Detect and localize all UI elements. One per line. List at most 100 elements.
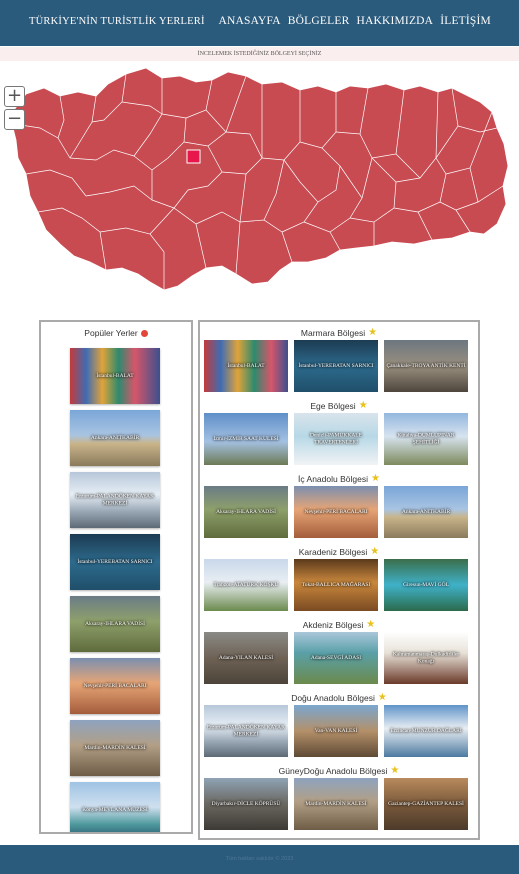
popular-places-panel: Popüler Yerler İstanbul-BALAT Ankara-ANI… — [39, 320, 193, 834]
region-title: Marmara Bölgesi ★ — [204, 326, 474, 340]
popular-card[interactable]: İstanbul-BALAT — [70, 348, 160, 404]
place-card[interactable]: Nevşehir-PERİ BACALARI — [294, 486, 378, 538]
region-cards: Diyarbakır-DİCLE KÖPRÜSÜ Mardin-MARDİN K… — [204, 778, 474, 830]
place-card[interactable]: Çanakkale-TROYA ANTİK KENTİ — [384, 340, 468, 392]
place-card-label: Erzincan-MUNZUR DAĞLARI — [390, 727, 462, 734]
region-title: GüneyDoğu Anadolu Bölgesi ★ — [204, 764, 474, 778]
footer-copyright: Tüm hakları saklıdır © 2023 — [225, 856, 294, 862]
popular-card-label: İstanbul-YEREBATAN SARNICI — [77, 558, 153, 565]
place-card[interactable]: İstanbul-YEREBATAN SARNICI — [294, 340, 378, 392]
region-title: Karadeniz Bölgesi ★ — [204, 545, 474, 559]
place-card-label: Tokat-BALLICA MAĞARASI — [301, 581, 371, 588]
region-cards: İstanbul-BALAT İstanbul-YEREBATAN SARNIC… — [204, 340, 474, 392]
place-card[interactable]: Van-VAN KALESİ — [294, 705, 378, 757]
place-card-label: Mardin-MARDİN KALESİ — [305, 800, 367, 807]
popular-card[interactable]: İstanbul-YEREBATAN SARNICI — [70, 534, 160, 590]
place-card-label: Denizli-PAMUKKALE TRAVERTENLERİ — [309, 432, 363, 446]
place-card-label: Aksaray-IHLARA VADİSİ — [216, 508, 276, 515]
popular-card-label: Aksaray-IHLARA VADİSİ — [85, 620, 145, 627]
region-section-akdeniz: Akdeniz Bölgesi ★ Adana-YILAN KALESİ Ada… — [204, 618, 474, 684]
main-nav: ANASAYFA BÖLGELER HAKKIMIZDA İLETİŞİM — [218, 15, 491, 27]
place-card[interactable]: Aksaray-IHLARA VADİSİ — [204, 486, 288, 538]
popular-card[interactable]: Aksaray-IHLARA VADİSİ — [70, 596, 160, 652]
star-icon[interactable]: ★ — [368, 328, 377, 338]
turkey-map-svg[interactable] — [0, 62, 519, 306]
regions-panel: Marmara Bölgesi ★ İstanbul-BALAT İstanbu… — [198, 320, 480, 840]
place-card[interactable]: Kütahya-DUMLUPINAR ŞEHİTLİĞİ — [384, 413, 468, 465]
region-name: İç Anadolu Bölgesi — [298, 474, 368, 484]
zoom-in-button[interactable]: + — [4, 86, 25, 107]
region-cards: Adana-YILAN KALESİ Adana-SEVGİ ADASI Kah… — [204, 632, 474, 684]
region-title: İç Anadolu Bölgesi ★ — [204, 472, 474, 486]
nav-regions[interactable]: BÖLGELER — [288, 15, 350, 27]
place-card[interactable]: Tokat-BALLICA MAĞARASI — [294, 559, 378, 611]
popular-card[interactable]: Erzurum-PALANDÖKEN KAYAK MERKEZİ — [70, 472, 160, 528]
region-section-marmara: Marmara Bölgesi ★ İstanbul-BALAT İstanbu… — [204, 326, 474, 392]
map-instruction: İNCELEMEK İSTEDİĞİNİZ BÖLGEYİ SEÇİNİZ — [0, 47, 519, 61]
place-card-label: Gaziantep-GAZİANTEP KALESİ — [388, 800, 464, 807]
region-name: Karadeniz Bölgesi — [298, 547, 368, 557]
region-section-ic-anadolu: İç Anadolu Bölgesi ★ Aksaray-IHLARA VADİ… — [204, 472, 474, 538]
place-card[interactable]: Denizli-PAMUKKALE TRAVERTENLERİ — [294, 413, 378, 465]
star-icon[interactable]: ★ — [359, 401, 368, 411]
place-card[interactable]: İstanbul-BALAT — [204, 340, 288, 392]
place-card-label: Kahramanmaraş-Dulkadirliler Konağı — [392, 651, 460, 665]
nav-contact[interactable]: İLETİŞİM — [440, 15, 491, 27]
place-card-label: Adana-SEVGİ ADASI — [310, 654, 362, 661]
place-card[interactable]: Diyarbakır-DİCLE KÖPRÜSÜ — [204, 778, 288, 830]
place-card[interactable]: Kahramanmaraş-Dulkadirliler Konağı — [384, 632, 468, 684]
popular-card-label: İstanbul-BALAT — [96, 372, 134, 379]
place-card[interactable]: Ankara-ANITKABİR — [384, 486, 468, 538]
place-card-label: Kütahya-DUMLUPINAR ŞEHİTLİĞİ — [397, 432, 455, 446]
region-title: Ege Bölgesi ★ — [204, 399, 474, 413]
turkey-map[interactable]: + − — [0, 62, 519, 306]
popular-card[interactable]: Mardin-MARDİN KALESİ — [70, 720, 160, 776]
place-card[interactable]: İzmir-İZMİR SAAT KULESİ — [204, 413, 288, 465]
place-card-label: Adana-YILAN KALESİ — [218, 654, 274, 661]
place-card-label: Erzurum-PALANDÖKEN KAYAK MERKEZİ — [206, 724, 286, 738]
region-section-karadeniz: Karadeniz Bölgesi ★ Trabzon-ATATÜRK KÖŞK… — [204, 545, 474, 611]
star-icon[interactable]: ★ — [390, 766, 399, 776]
map-province-shape[interactable] — [11, 67, 509, 291]
popular-card-label: Nevşehir-PERİ BACALARI — [83, 682, 147, 689]
place-card-label: Van-VAN KALESİ — [314, 727, 358, 734]
star-icon[interactable]: ★ — [371, 474, 380, 484]
popular-card-label: Konya-MEVLANA MÜZESİ — [82, 806, 148, 813]
popular-places-title: Popüler Yerler — [84, 328, 138, 338]
star-icon[interactable]: ★ — [378, 693, 387, 703]
place-card[interactable]: Erzurum-PALANDÖKEN KAYAK MERKEZİ — [204, 705, 288, 757]
place-card-label: Çanakkale-TROYA ANTİK KENTİ — [386, 362, 466, 369]
zoom-out-button[interactable]: − — [4, 109, 25, 130]
place-card-label: Trabzon-ATATÜRK KÖŞKÜ — [213, 581, 279, 588]
region-cards: İzmir-İZMİR SAAT KULESİ Denizli-PAMUKKAL… — [204, 413, 474, 465]
region-section-ege: Ege Bölgesi ★ İzmir-İZMİR SAAT KULESİ De… — [204, 399, 474, 465]
star-icon[interactable]: ★ — [366, 620, 375, 630]
popular-card-label: Erzurum-PALANDÖKEN KAYAK MERKEZİ — [75, 493, 155, 507]
place-card[interactable]: Trabzon-ATATÜRK KÖŞKÜ — [204, 559, 288, 611]
popular-card[interactable]: Nevşehir-PERİ BACALARI — [70, 658, 160, 714]
region-name: Marmara Bölgesi — [300, 328, 366, 338]
place-card[interactable]: Mardin-MARDİN KALESİ — [294, 778, 378, 830]
selected-province-marker[interactable] — [186, 149, 201, 164]
place-card[interactable]: Erzincan-MUNZUR DAĞLARI — [384, 705, 468, 757]
region-name: Akdeniz Bölgesi — [302, 620, 364, 630]
region-section-dogu-anadolu: Doğu Anadolu Bölgesi ★ Erzurum-PALANDÖKE… — [204, 691, 474, 757]
region-title: Akdeniz Bölgesi ★ — [204, 618, 474, 632]
place-card[interactable]: Gaziantep-GAZİANTEP KALESİ — [384, 778, 468, 830]
popular-card[interactable]: Konya-MEVLANA MÜZESİ — [70, 782, 160, 832]
place-card[interactable]: Adana-YILAN KALESİ — [204, 632, 288, 684]
nav-home[interactable]: ANASAYFA — [218, 15, 280, 27]
region-name: Ege Bölgesi — [310, 401, 356, 411]
place-card-label: İstanbul-BALAT — [227, 362, 265, 369]
popular-card[interactable]: Ankara-ANITKABİR — [70, 410, 160, 466]
nav-about[interactable]: HAKKIMIZDA — [356, 15, 433, 27]
flame-icon — [140, 329, 148, 337]
region-cards: Aksaray-IHLARA VADİSİ Nevşehir-PERİ BACA… — [204, 486, 474, 538]
site-title[interactable]: TÜRKİYE'NİN TURİSTLİK YERLERİ — [29, 16, 205, 27]
place-card[interactable]: Adana-SEVGİ ADASI — [294, 632, 378, 684]
place-card[interactable]: Giresun-MAVİ GÖL — [384, 559, 468, 611]
popular-places-heading: Popüler Yerler — [41, 328, 191, 338]
site-header: TÜRKİYE'NİN TURİSTLİK YERLERİ ANASAYFA B… — [0, 0, 519, 46]
star-icon[interactable]: ★ — [370, 547, 379, 557]
region-cards: Trabzon-ATATÜRK KÖŞKÜ Tokat-BALLICA MAĞA… — [204, 559, 474, 611]
